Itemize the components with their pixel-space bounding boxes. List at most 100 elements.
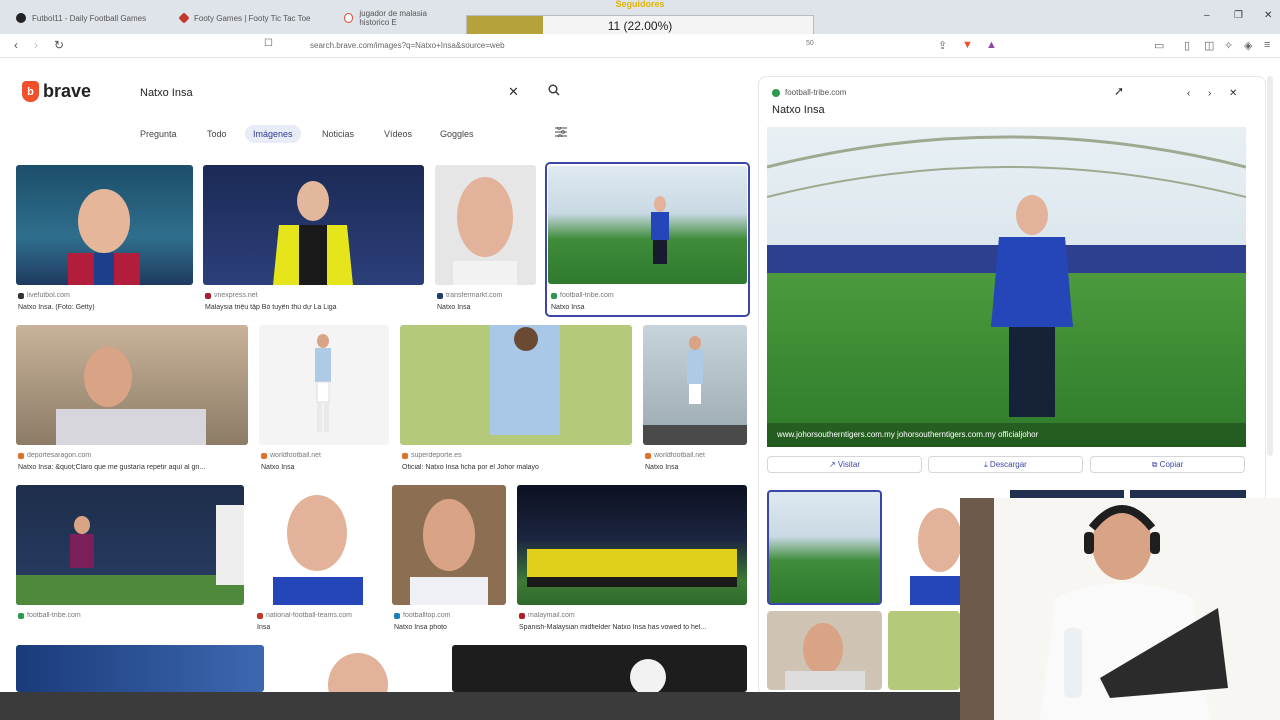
minimize-icon[interactable]: – [1204, 10, 1210, 21]
result-source-7[interactable]: superdeporte.es [402, 452, 632, 459]
tab-todo[interactable]: Todo [199, 125, 235, 143]
search-input[interactable]: Natxo Insa [126, 78, 572, 108]
tab-futbol11[interactable]: Futbol11 - Daily Football Games [8, 6, 168, 30]
result-caption-11[interactable]: Natxo Insa photo [394, 624, 506, 631]
result-caption-7[interactable]: Oficial: Natxo Insa ficha por el Johor m… [402, 464, 632, 471]
related-thumb-2[interactable] [888, 490, 962, 605]
tab-pregunta[interactable]: Pregunta [132, 125, 185, 143]
tab-goggles[interactable]: Goggles [432, 125, 482, 143]
wallet-icon[interactable]: ◫ [1204, 39, 1214, 52]
result-source-9[interactable]: football-tribe.com [18, 612, 244, 619]
result-source-10[interactable]: national-football-teams.com [257, 612, 381, 619]
result-image-11[interactable] [392, 485, 506, 605]
result-source-5[interactable]: deportesaragon.com [18, 452, 248, 459]
followers-label: Seguidores [615, 0, 665, 9]
ai-icon[interactable]: ✧ [1224, 39, 1233, 52]
footy-favicon-icon [178, 12, 190, 24]
tab-noticias[interactable]: Noticias [314, 125, 362, 143]
result-caption-10[interactable]: Insa [257, 624, 381, 631]
previous-image-icon[interactable]: ‹ [1187, 88, 1190, 99]
result-image-9[interactable] [16, 485, 244, 605]
preview-image[interactable]: www.johorsoutherntigers.com.my johorsout… [767, 127, 1246, 447]
tab-imagenes[interactable]: Imágenes [245, 125, 301, 143]
result-caption-5[interactable]: Natxo Insa: &quot;Claro que me gustaría … [18, 464, 248, 471]
result-caption-3[interactable]: Natxo Insa [437, 304, 536, 311]
filters-icon[interactable] [555, 126, 567, 140]
result-source-2[interactable]: vnexpress.net [205, 292, 424, 299]
result-image-5[interactable] [16, 325, 248, 445]
address-bar[interactable]: search.brave.com/images?q=Natxo+Insa&sou… [286, 37, 802, 55]
reload-icon[interactable]: ↻ [54, 38, 64, 52]
result-caption-2[interactable]: Malaysia triệu tập Bỏ tuyển thủ dự La Li… [205, 304, 424, 311]
maximize-icon[interactable]: ❐ [1234, 10, 1243, 21]
related-thumb-5[interactable] [767, 611, 882, 690]
preview-banner-text: www.johorsoutherntigers.com.my johorsout… [776, 430, 1039, 439]
close-preview-icon[interactable]: ✕ [1229, 88, 1237, 99]
result-image-1[interactable] [16, 165, 193, 285]
result-image-10[interactable] [255, 485, 381, 605]
close-window-icon[interactable]: ✕ [1264, 10, 1272, 21]
tab-search[interactable]: jugador de malasia historico E [336, 6, 466, 30]
result-source-1[interactable]: livefutbol.com [18, 292, 193, 299]
brave-logo[interactable]: b brave [22, 81, 91, 102]
preview-source[interactable]: football-tribe.com [772, 88, 846, 97]
source-favicon-icon [772, 88, 780, 97]
result-source-4[interactable]: football-tribe.com [551, 292, 746, 299]
webcam-overlay [960, 498, 1280, 720]
tab-label: jugador de malasia historico E [359, 9, 427, 27]
preview-scrollbar[interactable] [1267, 76, 1273, 456]
search-favicon-icon [344, 13, 354, 23]
next-image-icon[interactable]: › [1208, 88, 1211, 99]
copy-button[interactable]: ⧉ Copiar [1090, 456, 1245, 473]
navigation-bar: ‹ › ↻ ☐ search.brave.com/images?q=Natxo+… [0, 34, 1280, 58]
result-source-8[interactable]: worldfootball.net [645, 452, 747, 459]
menu-icon[interactable]: ≡ [1264, 39, 1270, 51]
result-source-11[interactable]: footballtop.com [394, 612, 506, 619]
result-image-8[interactable] [643, 325, 747, 445]
preview-title: Natxo Insa [772, 104, 825, 116]
brave-wordmark: brave [43, 81, 92, 101]
result-caption-1[interactable]: Natxo Insa. (Foto: Getty) [18, 304, 193, 311]
search-query: Natxo Insa [140, 87, 193, 99]
bookmark-icon[interactable]: ☐ [264, 38, 273, 49]
result-image-12[interactable] [517, 485, 747, 605]
futbol11-favicon-icon [16, 13, 26, 23]
result-image-3[interactable] [435, 165, 536, 285]
mouse-cursor-icon: ➚ [1114, 84, 1125, 98]
result-image-7[interactable] [400, 325, 632, 445]
bottom-strip [0, 692, 960, 720]
clear-search-icon[interactable]: ✕ [508, 84, 519, 100]
result-source-3[interactable]: transfermarkt.com [437, 292, 536, 299]
search-icon[interactable] [548, 84, 560, 99]
split-view-icon[interactable]: ▯ [1184, 39, 1190, 52]
result-caption-4[interactable]: Natxo Insa [551, 304, 746, 311]
result-source-6[interactable]: worldfootball.net [261, 452, 389, 459]
result-image-15[interactable] [452, 645, 747, 692]
result-caption-12[interactable]: Spanish-Malaysian midfielder Natxo Insa … [519, 624, 747, 631]
visit-button[interactable]: ↗ Visitar [767, 456, 922, 473]
forward-icon[interactable]: › [34, 38, 38, 52]
vpn-icon[interactable]: ◈ [1244, 39, 1252, 52]
url-text: search.brave.com/images?q=Natxo+Insa&sou… [310, 41, 505, 50]
result-caption-6[interactable]: Natxo Insa [261, 464, 389, 471]
download-button[interactable]: ⤓ Descargar [928, 456, 1083, 473]
brave-rewards-icon[interactable]: ▲ [986, 39, 997, 51]
followers-count: 11 (22.00%) [607, 19, 673, 33]
tab-footy-games[interactable]: Footy Games | Footy Tic Tac Toe [172, 6, 336, 30]
result-image-6[interactable] [259, 325, 389, 445]
result-image-14[interactable] [300, 645, 420, 692]
brave-shield-icon[interactable]: ▼ [962, 39, 973, 51]
zoom-level: 50 [806, 40, 814, 47]
result-image-13[interactable] [16, 645, 264, 692]
tab-videos[interactable]: Vídeos [376, 125, 420, 143]
related-thumb-6[interactable] [888, 611, 960, 690]
related-thumb-1[interactable] [767, 490, 882, 605]
share-icon[interactable]: ⇪ [938, 39, 947, 52]
back-icon[interactable]: ‹ [14, 38, 18, 52]
result-image-4[interactable] [548, 166, 747, 284]
sidebar-toggle-icon[interactable]: ▭ [1154, 39, 1164, 52]
result-caption-8[interactable]: Natxo Insa [645, 464, 747, 471]
result-image-2[interactable] [203, 165, 424, 285]
result-source-12[interactable]: malaymail.com [519, 612, 747, 619]
tab-label: Futbol11 - Daily Football Games [32, 13, 147, 23]
